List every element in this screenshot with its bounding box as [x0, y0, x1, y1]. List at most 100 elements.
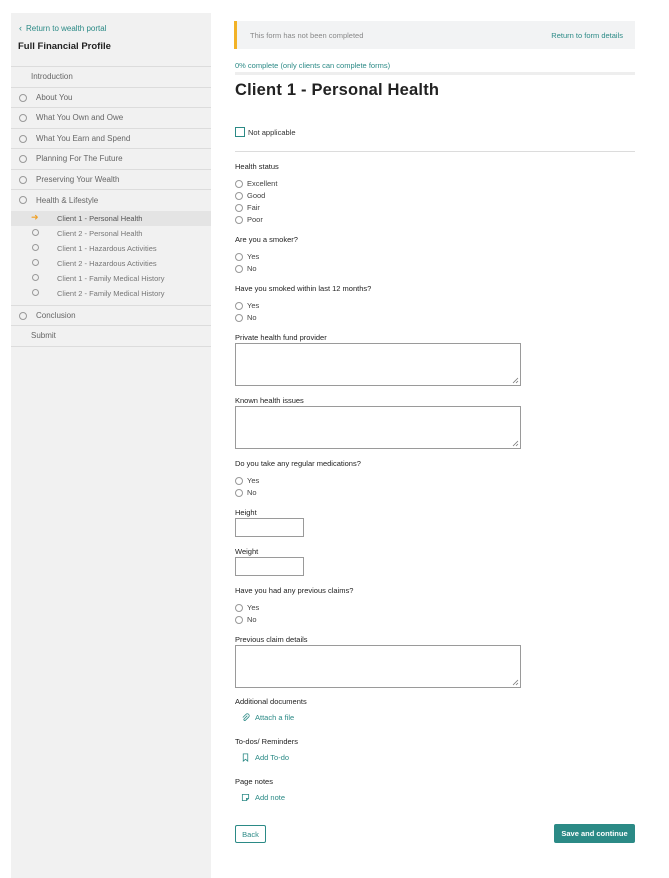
todos-label: To-dos/ Reminders: [235, 737, 298, 746]
return-to-form-details-link[interactable]: Return to form details: [551, 31, 623, 40]
current-arrow-icon: ➜: [31, 211, 39, 222]
nav-label: Conclusion: [36, 310, 76, 320]
radio-button[interactable]: [235, 301, 243, 310]
radio-claims-no[interactable]: No: [235, 615, 257, 624]
weight-input[interactable]: [235, 557, 304, 576]
radio-label: No: [247, 488, 257, 497]
nav-item-submit[interactable]: Submit: [11, 325, 211, 346]
radio-label: Good: [247, 191, 266, 200]
add-note-label: Add note: [255, 793, 286, 802]
radio-button[interactable]: [235, 488, 243, 497]
resize-grip-icon[interactable]: [512, 440, 519, 447]
radio-poor[interactable]: Poor: [235, 215, 263, 224]
radio-button[interactable]: [235, 191, 243, 200]
back-button[interactable]: Back: [235, 825, 266, 843]
incomplete-banner: This form has not been completed Return …: [234, 21, 635, 49]
sub-label: Client 2 - Personal Health: [57, 228, 143, 238]
medications-label: Do you take any regular medications?: [235, 459, 361, 468]
radio-good[interactable]: Good: [235, 191, 265, 200]
status-circle-icon: [32, 274, 39, 281]
nav-item-own-and-owe[interactable]: What You Own and Owe: [11, 107, 211, 128]
radio-button[interactable]: [235, 603, 243, 612]
return-to-wealth-portal-link[interactable]: ‹ Return to wealth portal: [19, 23, 107, 33]
attach-file-link[interactable]: Attach a file: [241, 713, 294, 722]
radio-medications-yes[interactable]: Yes: [235, 476, 259, 485]
status-circle-icon: [19, 155, 27, 163]
resize-grip-icon[interactable]: [512, 377, 519, 384]
nav-item-about-you[interactable]: About You: [11, 86, 211, 108]
resize-grip-icon[interactable]: [512, 679, 519, 686]
radio-button[interactable]: [235, 252, 243, 261]
health-issues-textarea[interactable]: [235, 406, 521, 449]
add-todo-link[interactable]: Add To-do: [241, 753, 289, 762]
sub-item-client2-hazardous[interactable]: Client 2 - Hazardous Activities: [11, 256, 211, 271]
sub-item-client1-hazardous[interactable]: Client 1 - Hazardous Activities: [11, 241, 211, 256]
status-circle-icon: [32, 229, 39, 236]
nav-label: About You: [36, 92, 73, 102]
height-label: Height: [235, 508, 257, 517]
radio-button[interactable]: [235, 615, 243, 624]
status-circle-icon: [32, 244, 39, 251]
claim-details-textarea[interactable]: [235, 645, 521, 688]
radio-medications-no[interactable]: No: [235, 488, 257, 497]
page-notes-label: Page notes: [235, 777, 273, 786]
nav-item-conclusion[interactable]: Conclusion: [11, 304, 211, 326]
radio-smoker-yes[interactable]: Yes: [235, 252, 259, 261]
radio-label: No: [247, 264, 257, 273]
health-issues-label: Known health issues: [235, 396, 304, 405]
radio-button[interactable]: [235, 313, 243, 322]
smoker-label: Are you a smoker?: [235, 235, 298, 244]
nav-item-planning-future[interactable]: Planning For The Future: [11, 148, 211, 169]
save-and-continue-button[interactable]: Save and continue: [554, 824, 635, 843]
nav-divider: [11, 345, 211, 347]
radio-label: Yes: [247, 476, 260, 485]
sub-item-client1-family-history[interactable]: Client 1 - Family Medical History: [11, 271, 211, 286]
radio-smoker-no[interactable]: No: [235, 264, 257, 273]
nav-label: Introduction: [31, 72, 73, 82]
nav-label: Planning For The Future: [36, 154, 123, 164]
radio-button[interactable]: [235, 264, 243, 273]
smoked-12-months-label: Have you smoked within last 12 months?: [235, 284, 372, 293]
sub-label: Client 2 - Hazardous Activities: [57, 258, 157, 268]
add-note-link[interactable]: Add note: [241, 793, 285, 802]
note-icon: [241, 793, 250, 802]
return-link-label: Return to wealth portal: [26, 23, 107, 33]
radio-button[interactable]: [235, 476, 243, 485]
banner-message: This form has not been completed: [250, 30, 364, 40]
chevron-left-icon: ‹: [19, 23, 22, 33]
radio-smoked12-no[interactable]: No: [235, 313, 257, 322]
nav-item-earn-and-spend[interactable]: What You Earn and Spend: [11, 127, 211, 149]
nav-item-health-lifestyle[interactable]: Health & Lifestyle: [11, 190, 211, 211]
radio-smoked12-yes[interactable]: Yes: [235, 301, 259, 310]
not-applicable-checkbox-row[interactable]: Not applicable: [235, 127, 296, 137]
health-fund-textarea[interactable]: [235, 343, 521, 386]
sub-label: Client 2 - Family Medical History: [57, 288, 165, 298]
progress-text: 0% complete (only clients can complete f…: [235, 61, 391, 70]
radio-button[interactable]: [235, 215, 243, 224]
previous-claims-label: Have you had any previous claims?: [235, 586, 354, 595]
height-input[interactable]: [235, 518, 304, 537]
sub-item-client2-personal-health[interactable]: Client 2 - Personal Health: [11, 226, 211, 241]
radio-label: No: [247, 313, 257, 322]
weight-label: Weight: [235, 547, 259, 556]
status-circle-icon: [32, 259, 39, 266]
nav-group-health-lifestyle: Health & Lifestyle ➜ Client 1 - Personal…: [11, 189, 211, 305]
bookmark-icon: [242, 753, 249, 762]
status-circle-icon: [19, 196, 27, 204]
sub-item-client1-personal-health[interactable]: ➜ Client 1 - Personal Health: [11, 210, 211, 226]
sub-item-client2-family-history[interactable]: Client 2 - Family Medical History: [11, 286, 211, 301]
radio-excellent[interactable]: Excellent: [235, 179, 277, 188]
nav-label: What You Earn and Spend: [36, 133, 131, 143]
attach-file-label: Attach a file: [255, 713, 295, 722]
radio-label: No: [247, 615, 257, 624]
radio-claims-yes[interactable]: Yes: [235, 603, 259, 612]
nav-item-preserving-wealth[interactable]: Preserving Your Wealth: [11, 168, 211, 190]
nav-item-introduction[interactable]: Introduction: [11, 66, 211, 87]
radio-fair[interactable]: Fair: [235, 203, 260, 212]
not-applicable-checkbox[interactable]: [235, 127, 245, 137]
radio-button[interactable]: [235, 179, 243, 188]
not-applicable-label: Not applicable: [248, 127, 296, 137]
sub-label: Client 1 - Personal Health: [57, 213, 143, 223]
sidebar: ‹ Return to wealth portal Full Financial…: [11, 13, 211, 878]
radio-button[interactable]: [235, 203, 243, 212]
